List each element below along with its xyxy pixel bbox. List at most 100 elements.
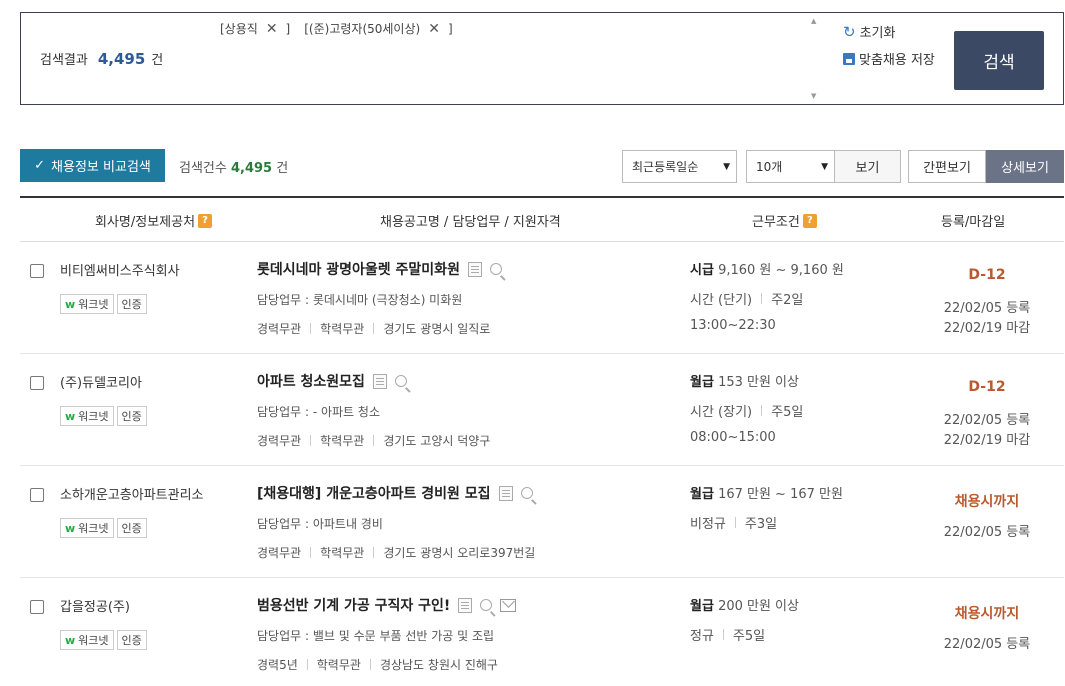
close-icon[interactable]: ✕ [266,21,278,37]
deadline-label: D-12 [968,267,1006,283]
work-type: 정규 [690,629,714,644]
pay-type: 시급 [690,263,714,278]
save-label: 맞춤채용 저장 [859,53,935,68]
work-location: 경기도 광명시 오리로397번길 [383,546,536,560]
filter-chip-label: [(준)고령자(50세이상) [304,22,421,36]
header-posting-label: 채용공고명 / 담당업무 / 지원자격 [380,215,561,230]
pay-type: 월급 [690,487,714,502]
row-checkbox[interactable] [30,376,44,390]
career-requirement: 경력5년 [257,658,298,672]
simple-view-tab[interactable]: 간편보기 [908,150,986,183]
search-button[interactable]: 검색 [954,31,1044,90]
posting-duty: 담당업무 : - 아파트 청소 [257,405,380,419]
posting-title[interactable]: 아파트 청소원모집 [257,371,365,391]
worknet-logo-icon: w [65,521,76,535]
filter-chip-bracket: ] [447,21,453,36]
search-icon[interactable] [489,263,502,275]
scroll-down-icon[interactable]: ▼ [811,92,816,100]
compare-label: 채용정보 비교검색 [51,160,151,175]
filter-chip: [상용직 ✕ ] [220,20,290,37]
posting-title[interactable]: 롯데시네마 광명아울렛 주말미화원 [257,259,460,279]
posting-title[interactable]: 범용선반 기계 가공 구직자 구인! [257,595,450,615]
company-name[interactable]: 갑을정공(주) [60,596,130,615]
certified-badge: 인증 [116,518,147,538]
work-days: 주3일 [744,517,778,532]
search-icon[interactable] [480,599,493,611]
header-company: 회사명/정보제공처 ? [95,211,213,230]
certified-badge: 인증 [116,630,147,650]
detail-view-tab[interactable]: 상세보기 [986,150,1064,183]
reset-button[interactable]: ↻ 초기화 [843,22,896,42]
worknet-badge: w 워크넷 [60,630,114,650]
row-checkbox[interactable] [30,488,44,502]
scroll-up-icon[interactable]: ▲ [811,17,816,25]
company-name[interactable]: 소하개운고층아파트관리소 [60,484,204,503]
result-label: 검색결과 [40,53,88,68]
company-name[interactable]: 비티엠써비스주식회사 [60,260,180,279]
pay-info: 월급 167 만원 ~ 167 만원 [690,483,843,502]
closing-date: 22/02/19 마감 [943,433,1031,448]
source-badges: w 워크넷 인증 [60,294,147,314]
source-badges: w 워크넷 인증 [60,518,147,538]
filter-chip-label: [상용직 [220,22,258,36]
posting-title[interactable]: [채용대행] 개운고층아파트 경비원 모집 [257,483,491,503]
registered-date: 22/02/05 등록 [943,525,1031,540]
document-icon[interactable] [498,485,513,501]
worknet-badge: w 워크넷 [60,406,114,426]
document-icon[interactable] [458,597,473,613]
work-location: 경기도 광명시 일직로 [383,322,491,336]
worknet-label: 워크넷 [78,522,109,535]
header-dates-label: 등록/마감일 [941,215,1006,230]
table-header: 회사명/정보제공처 ? 채용공고명 / 담당업무 / 지원자격 근무조건 ? 등… [20,196,1064,242]
company-name[interactable]: (주)듀델코리아 [60,372,142,391]
filter-chip: [(준)고령자(50세이상) ✕ ] [304,20,452,37]
table-row: 비티엠써비스주식회사 w 워크넷 인증 롯데시네마 광명아울렛 주말미화원 담당업… [20,242,1064,354]
compare-jobs-button[interactable]: ✓ 채용정보 비교검색 [20,149,165,182]
career-requirement: 경력무관 [257,546,302,560]
per-page-select[interactable]: 10개 ▼ [746,150,835,183]
posting-title-line: 아파트 청소원모집 [257,371,407,391]
education-requirement: 학력무관 [316,658,361,672]
help-icon[interactable]: ? [198,213,213,228]
document-icon[interactable] [467,261,482,277]
search-icon[interactable] [394,375,407,387]
pay-amount: 167 만원 ~ 167 만원 [718,487,843,502]
count-unit: 건 [276,161,289,176]
chevron-down-icon: ▼ [723,161,730,172]
registered-date: 22/02/05 등록 [943,637,1031,652]
posting-requirements: 경력5년 학력무관 경상남도 창원시 진해구 [257,656,498,673]
certified-badge: 인증 [116,294,147,314]
work-hours: 13:00~22:30 [690,318,776,333]
pay-info: 월급 153 만원 이상 [690,371,799,390]
deadline-label: 채용시까지 [954,606,1020,622]
posting-title-line: 범용선반 기계 가공 구직자 구인! [257,595,517,615]
pay-type: 월급 [690,375,714,390]
result-count: 4,495 [97,50,146,68]
worknet-label: 워크넷 [78,410,109,423]
view-button[interactable]: 보기 [834,150,901,183]
row-checkbox[interactable] [30,600,44,614]
registered-date: 22/02/05 등록 [943,413,1031,428]
work-days: 주2일 [771,293,804,308]
reset-label: 초기화 [859,26,896,41]
header-conditions-label: 근무조건 [752,215,800,230]
worknet-badge: w 워크넷 [60,518,114,538]
filter-scrollbar[interactable]: ▲ ▼ [807,13,823,104]
save-custom-search-button[interactable]: 맞춤채용 저장 [843,49,935,68]
document-icon[interactable] [372,373,387,389]
worknet-logo-icon: w [65,297,76,311]
work-location: 경상남도 창원시 진해구 [379,658,498,672]
filter-chip-bracket: ] [285,21,291,36]
pay-amount: 9,160 원 ~ 9,160 원 [718,263,844,278]
row-checkbox[interactable] [30,264,44,278]
source-badges: w 워크넷 인증 [60,630,147,650]
close-icon[interactable]: ✕ [428,21,440,37]
header-company-label: 회사명/정보제공처 [95,215,196,230]
sort-value: 최근등록일순 [632,160,699,174]
mail-icon[interactable] [500,598,517,612]
work-days: 주5일 [732,629,766,644]
search-icon[interactable] [520,487,533,499]
sort-select[interactable]: 최근등록일순 ▼ [622,150,737,183]
work-type-info: 시간 (장기) 주5일 [690,401,803,420]
help-icon[interactable]: ? [802,213,817,228]
